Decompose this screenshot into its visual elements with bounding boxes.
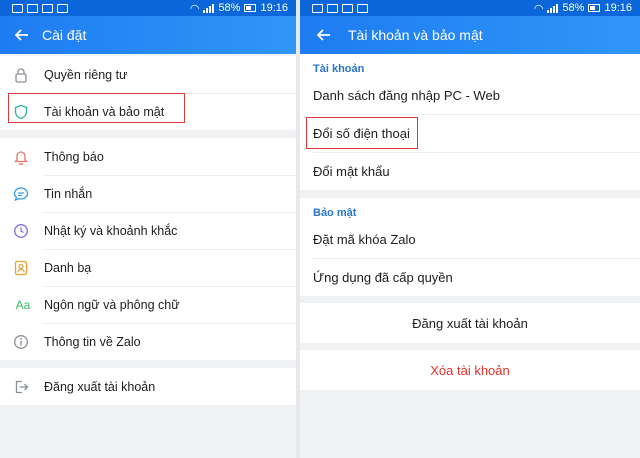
menu-item-label: Tài khoản và bảo mật <box>44 104 165 119</box>
menu-item-notifications[interactable]: Thông báo <box>0 138 296 175</box>
wifi-icon: ◠ <box>533 2 544 15</box>
bell-icon <box>12 148 30 166</box>
menu-item-label: Đổi số điện thoại <box>313 125 410 141</box>
status-bar: ◠ 58% 19:16 <box>300 0 640 16</box>
menu-item-change-password[interactable]: Đổi mật khẩu <box>300 152 640 190</box>
menu-item-timeline[interactable]: Nhật ký và khoảnh khắc <box>0 212 296 249</box>
menu-item-label: Đặt mã khóa Zalo <box>313 231 416 247</box>
zalo-notification-icon <box>27 3 38 13</box>
menu-item-label: Thông báo <box>44 149 104 164</box>
menu-item-contacts[interactable]: Danh bạ <box>0 249 296 286</box>
lock-icon <box>12 66 30 84</box>
signal-icon <box>547 3 559 13</box>
menu-item-label: Ngôn ngữ và phông chữ <box>44 297 180 312</box>
battery-icon <box>244 4 257 12</box>
account-security-screen: ◠ 58% 19:16 Tài khoản và bảo mật Tài kho… <box>300 0 640 458</box>
menu-item-language-font[interactable]: Aa Ngôn ngữ và phông chữ <box>0 286 296 323</box>
menu-item-logout[interactable]: Đăng xuất tài khoản <box>0 368 296 405</box>
signal-icon <box>203 3 215 13</box>
delete-account-button[interactable]: Xóa tài khoản <box>300 350 640 390</box>
chat-icon <box>12 185 30 203</box>
back-arrow-icon[interactable] <box>12 25 32 45</box>
image-icon <box>12 3 23 13</box>
menu-item-account-security[interactable]: Tài khoản và bảo mật <box>0 93 296 130</box>
menu-item-label: Đăng xuất tài khoản <box>44 379 156 394</box>
clock-time: 19:16 <box>604 2 632 14</box>
page-title: Cài đặt <box>42 27 87 43</box>
menu-item-label: Nhật ký và khoảnh khắc <box>44 223 178 238</box>
notification-icons <box>312 3 368 13</box>
mail-icon <box>42 3 53 13</box>
page-title: Tài khoản và bảo mật <box>348 27 483 43</box>
menu-item-login-list[interactable]: Danh sách đăng nhập PC - Web <box>300 76 640 114</box>
account-section: Tài khoản Danh sách đăng nhập PC - Web Đ… <box>300 54 640 190</box>
alert-icon <box>357 3 368 13</box>
wifi-icon: ◠ <box>189 2 200 15</box>
mail-icon <box>342 3 353 13</box>
clock-icon <box>12 222 30 240</box>
menu-item-authorized-apps[interactable]: Ứng dụng đã cấp quyền <box>300 258 640 296</box>
logout-icon <box>12 378 30 396</box>
menu-item-zalo-lock[interactable]: Đặt mã khóa Zalo <box>300 220 640 258</box>
logout-button[interactable]: Đăng xuất tài khoản <box>300 303 640 343</box>
privacy-group: Quyền riêng tư Tài khoản và bảo mật <box>0 56 296 130</box>
section-header-account: Tài khoản <box>313 63 365 75</box>
contacts-icon <box>12 259 30 277</box>
menu-item-label: Thông tin về Zalo <box>44 334 141 349</box>
menu-item-privacy[interactable]: Quyền riêng tư <box>0 56 296 93</box>
section-header-security: Bảo mật <box>313 207 357 219</box>
menu-item-label: Tin nhắn <box>44 186 93 201</box>
menu-item-about-zalo[interactable]: Thông tin về Zalo <box>0 323 296 360</box>
menu-item-change-phone[interactable]: Đổi số điện thoại <box>300 114 640 152</box>
menu-item-label: Danh sách đăng nhập PC - Web <box>313 87 500 103</box>
image-icon <box>312 3 323 13</box>
menu-item-label: Danh bạ <box>44 260 92 275</box>
security-section: Bảo mật Đặt mã khóa Zalo Ứng dụng đã cấp… <box>300 198 640 296</box>
alert-icon <box>57 3 68 13</box>
info-icon <box>12 333 30 351</box>
clock-time: 19:16 <box>260 2 288 14</box>
status-bar: ◠ 58% 19:16 <box>0 0 296 16</box>
menu-item-label: Đổi mật khẩu <box>313 163 390 179</box>
app-header: Cài đặt <box>0 16 296 54</box>
back-arrow-icon[interactable] <box>314 25 334 45</box>
battery-percent: 58% <box>218 2 241 14</box>
logout-group: Đăng xuất tài khoản <box>0 368 296 405</box>
menu-item-label: Ứng dụng đã cấp quyền <box>313 269 453 285</box>
notification-icons <box>12 3 68 13</box>
menu-item-label: Quyền riêng tư <box>44 67 128 82</box>
battery-percent: 58% <box>562 2 585 14</box>
settings-screen: ◠ 58% 19:16 Cài đặt Quyền riêng tư Tài k… <box>0 0 296 458</box>
battery-icon <box>588 4 601 12</box>
app-header: Tài khoản và bảo mật <box>300 16 640 54</box>
general-group: Thông báo Tin nhắn Nhật ký và khoảnh khắ… <box>0 138 296 360</box>
menu-item-messages[interactable]: Tin nhắn <box>0 175 296 212</box>
font-icon: Aa <box>15 297 31 312</box>
shield-icon <box>12 103 30 121</box>
zalo-notification-icon <box>327 3 338 13</box>
